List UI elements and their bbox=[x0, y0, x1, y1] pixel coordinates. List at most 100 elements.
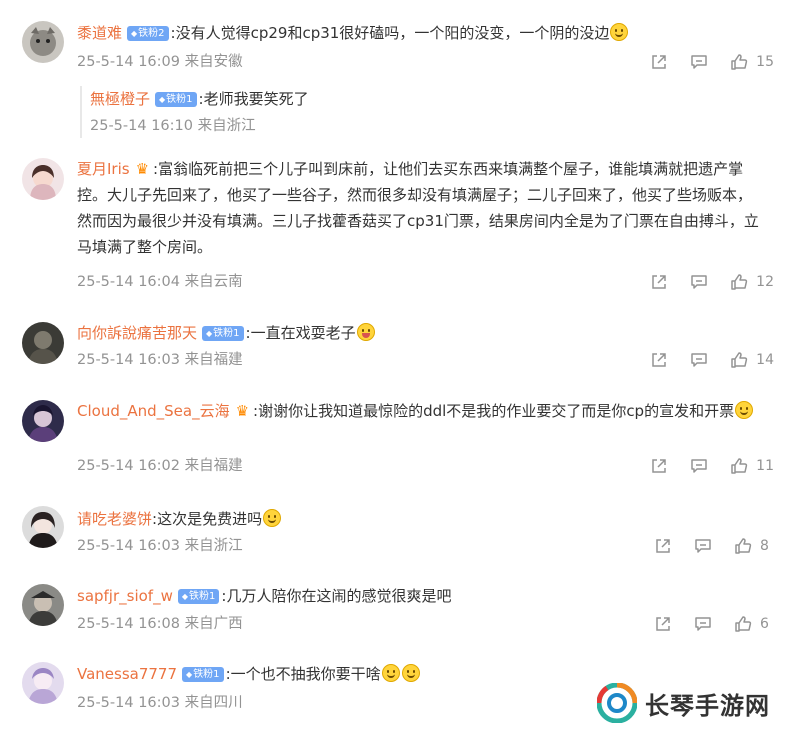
username[interactable]: 黍道难 bbox=[77, 24, 122, 42]
share-icon bbox=[652, 55, 666, 69]
comment-actions: 11 bbox=[628, 456, 774, 476]
comment-actions: 8 bbox=[632, 536, 774, 556]
comment-meta: 25-5-14 16:09 来自安徽 bbox=[77, 52, 243, 72]
smile-emoji-icon bbox=[610, 23, 629, 41]
share-button[interactable] bbox=[650, 53, 668, 71]
comment-meta: 25-5-14 16:03 来自福建 bbox=[77, 350, 243, 370]
location: 来自福建 bbox=[184, 458, 243, 474]
share-button[interactable] bbox=[650, 273, 668, 291]
comment-button[interactable] bbox=[690, 53, 708, 71]
comment-actions: 15 bbox=[628, 52, 774, 72]
crown-icon: ♛ bbox=[235, 402, 250, 420]
thumbs-up-icon bbox=[735, 538, 752, 554]
comment-icon bbox=[691, 275, 707, 289]
site-watermark: 长琴手游网 bbox=[597, 683, 770, 723]
fan-badge[interactable]: ◆铁粉2 bbox=[127, 26, 169, 41]
comment-text: :一个也不抽我你要干啥 bbox=[225, 665, 381, 683]
like-button[interactable]: 12 bbox=[730, 273, 774, 291]
laugh-emoji-icon bbox=[356, 323, 375, 341]
share-button[interactable] bbox=[650, 351, 668, 369]
comment-icon bbox=[695, 539, 711, 553]
username[interactable]: 请吃老婆饼 bbox=[77, 510, 152, 528]
reply-text: :老师我要笑死了 bbox=[198, 90, 309, 108]
timestamp: 25-5-14 16:09 bbox=[77, 54, 180, 70]
comment-text: :没有人觉得cp29和cp31很好磕吗，一个阳的没变，一个阴的没边 bbox=[170, 24, 610, 42]
timestamp: 25-5-14 16:08 bbox=[77, 616, 180, 632]
comment-meta: 25-5-14 16:03 来自浙江 bbox=[77, 536, 243, 556]
comment-text: :富翁临死前把三个儿子叫到床前，让他们去买东西来填满整个屋子，谁能填满就把遗产掌… bbox=[77, 160, 759, 256]
site-logo-icon bbox=[597, 683, 637, 723]
like-button[interactable]: 6 bbox=[734, 615, 774, 633]
diamond-icon: ◆ bbox=[181, 592, 189, 601]
location: 来自浙江 bbox=[184, 538, 243, 554]
reply-item: 無極橙子 ◆铁粉1:老师我要笑死了 25-5-14 16:10 来自浙江 bbox=[80, 86, 309, 138]
comment-meta: 25-5-14 16:08 来自广西 bbox=[77, 614, 243, 634]
comment-button[interactable] bbox=[690, 273, 708, 291]
avatar[interactable] bbox=[22, 584, 64, 626]
avatar[interactable] bbox=[22, 322, 64, 364]
smile-emoji-icon bbox=[735, 401, 754, 419]
timestamp: 25-5-14 16:03 bbox=[77, 352, 180, 368]
location: 来自广西 bbox=[184, 616, 243, 632]
comment-button[interactable] bbox=[694, 615, 712, 633]
comment-text: :一直在戏耍老子 bbox=[245, 324, 356, 342]
location: 来自福建 bbox=[184, 352, 243, 368]
username[interactable]: sapfjr_siof_w bbox=[77, 587, 173, 605]
location: 来自安徽 bbox=[184, 54, 243, 70]
share-button[interactable] bbox=[650, 457, 668, 475]
share-icon bbox=[652, 275, 666, 289]
share-icon bbox=[652, 459, 666, 473]
avatar[interactable] bbox=[22, 662, 64, 704]
comment-actions: 14 bbox=[628, 350, 774, 370]
watermark-text: 长琴手游网 bbox=[645, 691, 770, 720]
like-button[interactable]: 8 bbox=[734, 537, 774, 555]
reply-meta: 25-5-14 16:10 来自浙江 bbox=[90, 116, 490, 136]
smile-emoji-icon bbox=[381, 664, 400, 682]
username[interactable]: 夏月Iris bbox=[77, 160, 130, 178]
like-button[interactable]: 14 bbox=[730, 351, 774, 369]
location: 来自四川 bbox=[184, 695, 243, 711]
avatar[interactable] bbox=[22, 506, 64, 548]
comment-text: :这次是免费进吗 bbox=[152, 510, 263, 528]
timestamp: 25-5-14 16:03 bbox=[77, 695, 180, 711]
avatar[interactable] bbox=[22, 21, 64, 63]
avatar[interactable] bbox=[22, 400, 64, 442]
comment-button[interactable] bbox=[694, 537, 712, 555]
reply-username[interactable]: 無極橙子 bbox=[90, 90, 150, 108]
avatar[interactable] bbox=[22, 158, 64, 200]
like-button[interactable]: 15 bbox=[730, 53, 774, 71]
username[interactable]: Vanessa7777 bbox=[77, 665, 177, 683]
comment-icon bbox=[691, 459, 707, 473]
diamond-icon: ◆ bbox=[131, 29, 138, 38]
fan-badge[interactable]: ◆铁粉1 bbox=[182, 667, 224, 682]
thumbs-up-icon bbox=[731, 274, 748, 290]
comment-actions: 12 bbox=[628, 272, 774, 292]
like-count: 6 bbox=[760, 616, 769, 632]
smile-emoji-icon bbox=[401, 664, 420, 682]
comment-actions: 6 bbox=[632, 614, 774, 634]
comment-meta: 25-5-14 16:03 来自四川 bbox=[77, 693, 243, 713]
thumbs-up-icon bbox=[731, 352, 748, 368]
username[interactable]: 向你訴說痛苦那天 bbox=[77, 324, 197, 342]
timestamp: 25-5-14 16:02 bbox=[77, 458, 180, 474]
diamond-icon: ◆ bbox=[186, 670, 193, 679]
share-icon bbox=[652, 353, 666, 367]
comment-text: :几万人陪你在这闹的感觉很爽是吧 bbox=[221, 587, 452, 605]
like-count: 11 bbox=[756, 458, 774, 474]
fan-badge[interactable]: ◆铁粉1 bbox=[202, 326, 244, 341]
like-count: 8 bbox=[760, 538, 769, 554]
share-button[interactable] bbox=[654, 537, 672, 555]
timestamp: 25-5-14 16:03 bbox=[77, 538, 180, 554]
like-button[interactable]: 11 bbox=[730, 457, 774, 475]
fan-badge[interactable]: ◆铁粉1 bbox=[155, 92, 197, 107]
comment-meta: 25-5-14 16:04 来自云南 bbox=[77, 272, 243, 292]
comment-button[interactable] bbox=[690, 351, 708, 369]
comment-button[interactable] bbox=[690, 457, 708, 475]
fan-badge[interactable]: ◆铁粉1 bbox=[177, 589, 220, 604]
username[interactable]: Cloud_And_Sea_云海 bbox=[77, 402, 230, 420]
comment-icon bbox=[691, 55, 707, 69]
comment-icon bbox=[695, 617, 711, 631]
share-icon bbox=[656, 617, 670, 631]
comment-meta: 25-5-14 16:02 来自福建 bbox=[77, 456, 243, 476]
share-button[interactable] bbox=[654, 615, 672, 633]
